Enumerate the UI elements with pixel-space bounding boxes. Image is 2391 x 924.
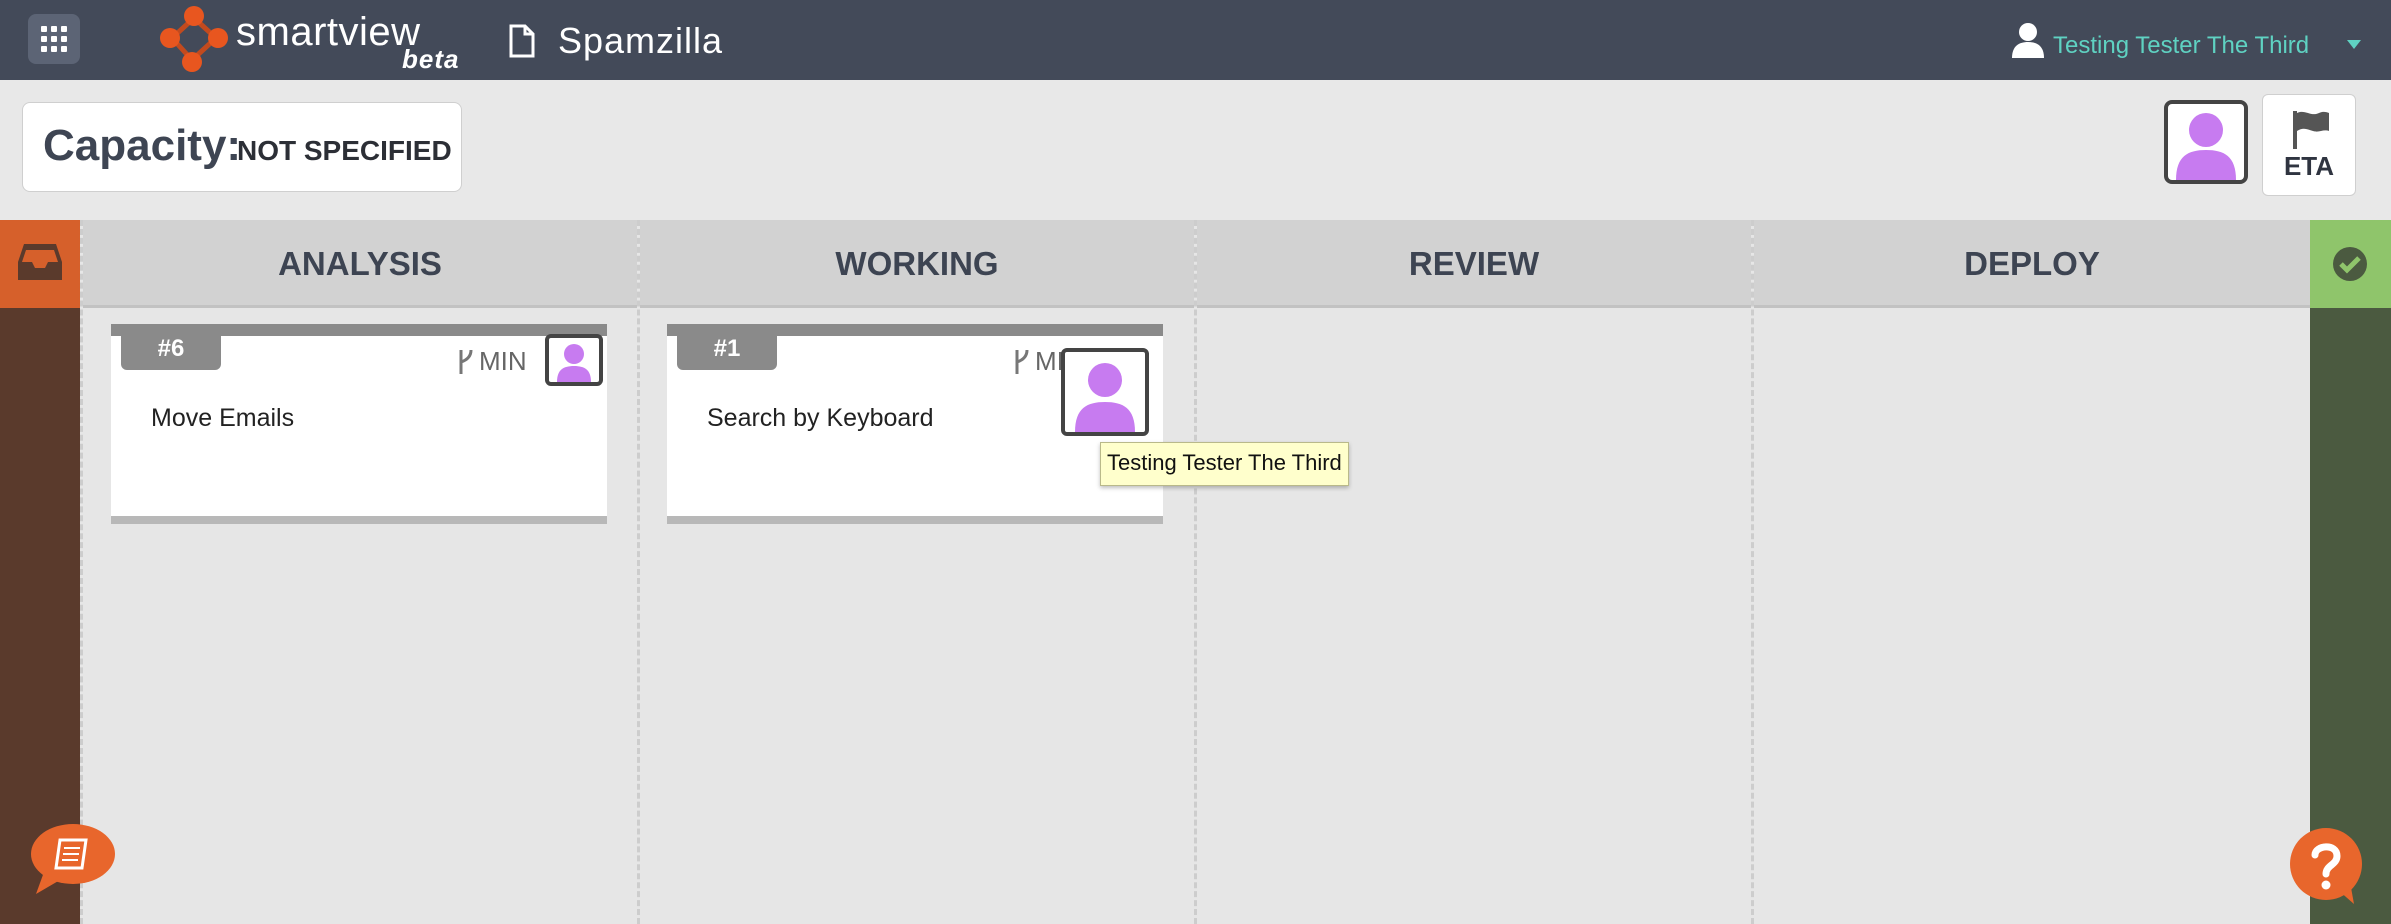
user-avatar-icon — [2176, 113, 2236, 180]
capacity-panel[interactable]: Capacity: NOT SPECIFIED — [22, 102, 462, 192]
user-avatar-icon — [557, 344, 591, 382]
branch-icon — [1015, 349, 1029, 374]
project-name[interactable]: Spamzilla — [558, 20, 723, 62]
grid-icon — [41, 26, 67, 52]
apps-menu-button[interactable] — [28, 14, 80, 64]
column-header[interactable]: REVIEW — [1197, 220, 1751, 308]
brand-beta-tag: beta — [402, 44, 460, 74]
capacity-label: Capacity: — [43, 121, 242, 170]
book-chat-icon[interactable] — [30, 822, 116, 896]
done-button[interactable] — [2310, 220, 2391, 308]
card[interactable]: #1 MIN Search by Keyboard — [667, 324, 1163, 524]
card-title: Move Emails — [151, 404, 295, 432]
assignee-tooltip: Testing Tester The Third — [1100, 442, 1349, 486]
card-title: Search by Keyboard — [707, 404, 934, 432]
avatar-filter-button[interactable] — [2164, 100, 2248, 184]
column-deploy: DEPLOY — [1751, 220, 2310, 924]
column-header[interactable]: WORKING — [640, 220, 1194, 308]
branch-icon — [459, 349, 473, 374]
card[interactable]: #6 MIN Move Emails — [111, 324, 607, 524]
smartview-logo[interactable] — [158, 4, 230, 74]
user-avatar-icon — [1075, 363, 1135, 432]
capacity-value: NOT SPECIFIED — [237, 135, 452, 166]
eta-button[interactable]: ETA — [2262, 94, 2356, 196]
done-lane — [2310, 220, 2391, 924]
column-header[interactable]: DEPLOY — [1754, 220, 2310, 308]
top-bar: smartview beta Spamzilla Testing Tester … — [0, 0, 2391, 80]
card-assignee-avatar[interactable] — [545, 334, 603, 386]
backlog-lane — [0, 220, 80, 924]
check-circle-icon — [2333, 247, 2367, 281]
question-chat-icon[interactable] — [2288, 828, 2364, 904]
document-icon — [509, 24, 535, 58]
brand-name: smartview — [236, 10, 421, 54]
column-header[interactable]: ANALYSIS — [83, 220, 637, 308]
backlog-button[interactable] — [0, 220, 80, 308]
inbox-icon — [18, 244, 62, 280]
column-working: WORKING #1 MIN Search by Keyboard — [637, 220, 1194, 924]
card-id-badge: #1 — [677, 332, 777, 370]
user-menu[interactable]: Testing Tester The Third — [2011, 20, 2361, 60]
column-analysis: ANALYSIS #6 MIN Move Emails — [80, 220, 637, 924]
flag-icon — [2293, 111, 2329, 149]
user-icon — [2012, 23, 2044, 58]
column-review: REVIEW — [1194, 220, 1751, 924]
card-assignee-avatar[interactable] — [1061, 348, 1149, 436]
caret-down-icon — [2347, 40, 2361, 49]
card-id-badge: #6 — [121, 332, 221, 370]
user-name: Testing Tester The Third — [2053, 32, 2310, 59]
card-size: MIN — [479, 346, 527, 376]
eta-label: ETA — [2283, 151, 2335, 181]
